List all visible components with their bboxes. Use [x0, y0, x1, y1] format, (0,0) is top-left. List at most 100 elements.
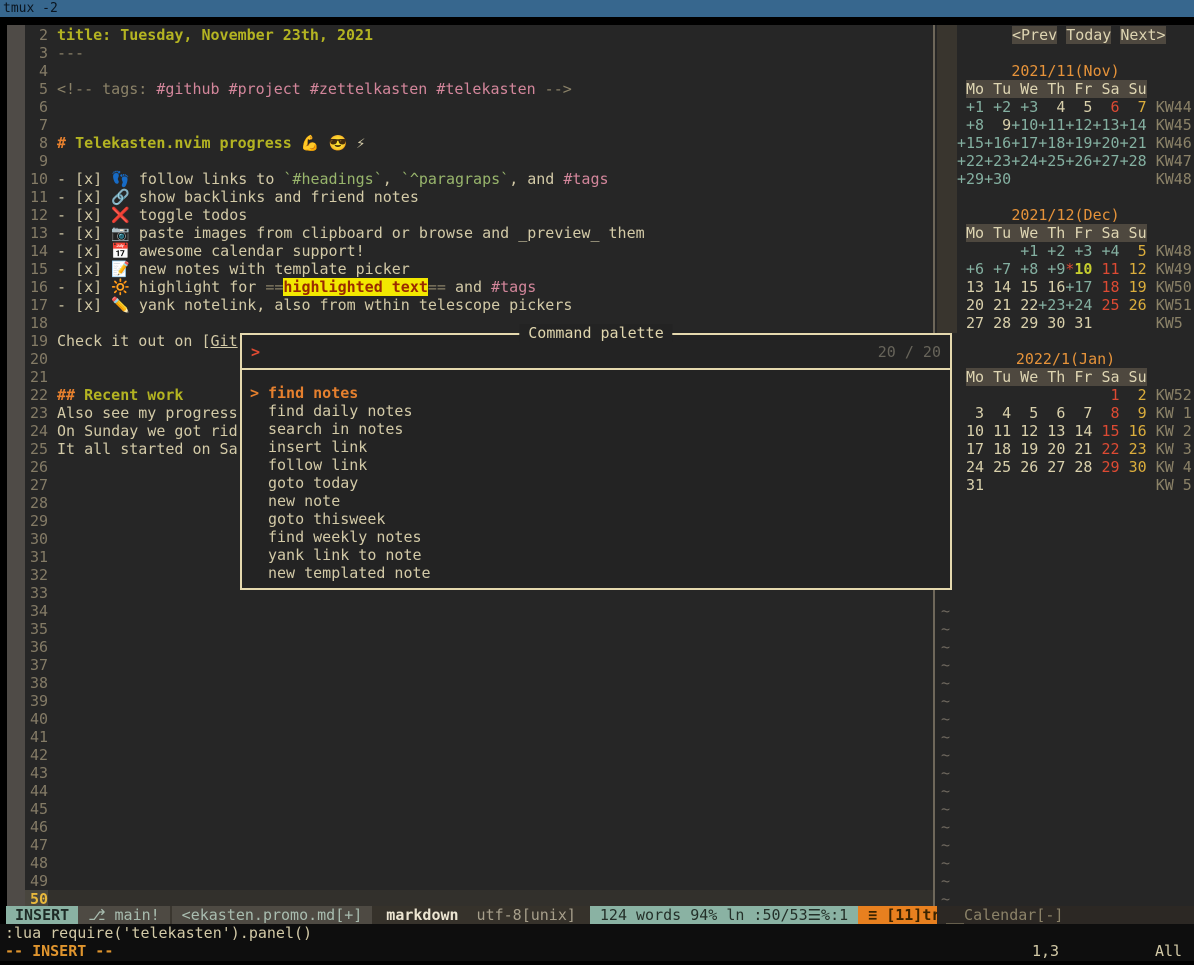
calendar-day[interactable]: 13 — [957, 278, 984, 296]
calendar-day[interactable]: 8 — [1092, 404, 1119, 422]
calendar-day[interactable]: 19 — [1011, 440, 1038, 458]
calendar-day-today[interactable]: 10 — [1074, 260, 1092, 278]
calendar-day[interactable]: 9 — [984, 116, 1011, 134]
calendar-day[interactable]: 11 — [984, 422, 1011, 440]
palette-item[interactable]: find weekly notes — [242, 528, 950, 546]
calendar-day[interactable]: +15 — [957, 134, 984, 152]
palette-item[interactable]: search in notes — [242, 420, 950, 438]
terminal-scrollbar[interactable] — [7, 25, 25, 906]
calendar-day[interactable]: +21 — [1120, 134, 1147, 152]
calendar-day[interactable]: +11 — [1038, 116, 1065, 134]
calendar-day[interactable]: 27 — [1038, 458, 1065, 476]
calendar-day[interactable]: +10 — [1011, 116, 1038, 134]
palette-item[interactable]: find daily notes — [242, 402, 950, 420]
calendar-nav-prev-button[interactable]: <Prev — [1012, 26, 1057, 44]
calendar-day[interactable]: +1 — [957, 98, 984, 116]
calendar-day[interactable]: 23 — [1120, 440, 1147, 458]
calendar-day[interactable]: 26 — [1011, 458, 1038, 476]
calendar-day[interactable]: +3 — [1065, 242, 1092, 260]
calendar-day[interactable]: +17 — [1065, 278, 1092, 296]
calendar-day[interactable]: 29 — [1011, 314, 1038, 332]
calendar-day[interactable]: 30 — [1120, 458, 1147, 476]
palette-item[interactable]: goto today — [242, 474, 950, 492]
calendar-day[interactable]: +12 — [1065, 116, 1092, 134]
calendar-day[interactable]: 30 — [1038, 314, 1065, 332]
calendar-day[interactable]: +1 — [1011, 242, 1038, 260]
calendar-day[interactable]: 12 — [1011, 422, 1038, 440]
calendar-day[interactable]: +18 — [1038, 134, 1065, 152]
calendar-day[interactable]: +2 — [984, 98, 1011, 116]
calendar-day[interactable]: +8 — [957, 116, 984, 134]
calendar-day[interactable]: 1 — [1092, 386, 1119, 404]
calendar-day[interactable]: 20 — [957, 296, 984, 314]
palette-item[interactable]: yank link to note — [242, 546, 950, 564]
calendar-day[interactable]: 5 — [1065, 98, 1092, 116]
calendar-day[interactable]: 7 — [1120, 98, 1147, 116]
calendar-day[interactable]: 20 — [1038, 440, 1065, 458]
calendar-day[interactable]: 21 — [984, 296, 1011, 314]
command-line[interactable]: :lua require('telekasten').panel() — [0, 924, 1194, 942]
calendar-day[interactable]: 4 — [1038, 98, 1065, 116]
calendar-day[interactable]: +19 — [1065, 134, 1092, 152]
calendar-day[interactable]: 14 — [1065, 422, 1092, 440]
calendar-day[interactable]: +2 — [1038, 242, 1065, 260]
calendar-day[interactable]: +26 — [1065, 152, 1092, 170]
calendar-nav-today-button[interactable]: Today — [1066, 26, 1111, 44]
calendar-day[interactable]: 25 — [1092, 296, 1119, 314]
calendar-day[interactable]: 9 — [1120, 404, 1147, 422]
calendar-day[interactable]: +24 — [1011, 152, 1038, 170]
palette-item[interactable]: new note — [242, 492, 950, 510]
calendar-day[interactable]: 26 — [1120, 296, 1147, 314]
calendar-day[interactable]: +16 — [984, 134, 1011, 152]
calendar-day[interactable]: 24 — [957, 458, 984, 476]
calendar-day[interactable]: +20 — [1092, 134, 1119, 152]
calendar-day[interactable]: 16 — [1120, 422, 1147, 440]
palette-item[interactable]: insert link — [242, 438, 950, 456]
calendar-day[interactable]: 5 — [1120, 242, 1147, 260]
calendar-day[interactable]: 6 — [1038, 404, 1065, 422]
calendar-day[interactable]: +24 — [1065, 296, 1092, 314]
calendar-day[interactable]: 6 — [1092, 98, 1119, 116]
calendar-day[interactable]: +14 — [1120, 116, 1147, 134]
palette-item[interactable]: new templated note — [242, 564, 950, 582]
calendar-day[interactable]: +22 — [957, 152, 984, 170]
calendar-day[interactable]: +6 — [957, 260, 984, 278]
calendar-day[interactable]: 19 — [1120, 278, 1147, 296]
calendar-day[interactable]: +4 — [1092, 242, 1119, 260]
calendar-day[interactable]: 18 — [984, 440, 1011, 458]
calendar-day[interactable]: +3 — [1011, 98, 1038, 116]
palette-item[interactable]: >find notes — [242, 384, 950, 402]
calendar-day[interactable]: 16 — [1038, 278, 1065, 296]
calendar-day[interactable]: +13 — [1092, 116, 1119, 134]
calendar-day[interactable]: 3 — [957, 404, 984, 422]
calendar-day[interactable]: 13 — [1038, 422, 1065, 440]
calendar-day[interactable]: 10 — [957, 422, 984, 440]
calendar-day[interactable]: 28 — [984, 314, 1011, 332]
calendar-day[interactable]: +25 — [1038, 152, 1065, 170]
calendar-day[interactable]: 11 — [1092, 260, 1119, 278]
calendar-day[interactable]: 29 — [1092, 458, 1119, 476]
calendar-day[interactable]: 31 — [957, 476, 984, 494]
calendar-day[interactable]: 2 — [1120, 386, 1147, 404]
calendar-day[interactable]: 22 — [1011, 296, 1038, 314]
calendar-day[interactable]: 31 — [1065, 314, 1092, 332]
calendar-day[interactable]: 25 — [984, 458, 1011, 476]
calendar-day[interactable]: 7 — [1065, 404, 1092, 422]
calendar-day[interactable]: +27 — [1092, 152, 1119, 170]
calendar-day[interactable]: +7 — [984, 260, 1011, 278]
calendar-nav-next-button[interactable]: Next> — [1120, 26, 1165, 44]
calendar-day[interactable]: 22 — [1092, 440, 1119, 458]
calendar-day[interactable]: 14 — [984, 278, 1011, 296]
calendar-day[interactable]: +30 — [984, 170, 1011, 188]
calendar-day[interactable]: 12 — [1120, 260, 1147, 278]
calendar-day[interactable]: +23 — [1038, 296, 1065, 314]
calendar-day[interactable]: 18 — [1092, 278, 1119, 296]
calendar-day[interactable]: +29 — [957, 170, 984, 188]
calendar-day[interactable]: +9 — [1038, 260, 1065, 278]
palette-item[interactable]: follow link — [242, 456, 950, 474]
calendar-day[interactable]: +23 — [984, 152, 1011, 170]
calendar-day[interactable]: +28 — [1120, 152, 1147, 170]
calendar-day[interactable]: 17 — [957, 440, 984, 458]
calendar-day[interactable]: 4 — [984, 404, 1011, 422]
calendar-day[interactable]: 21 — [1065, 440, 1092, 458]
